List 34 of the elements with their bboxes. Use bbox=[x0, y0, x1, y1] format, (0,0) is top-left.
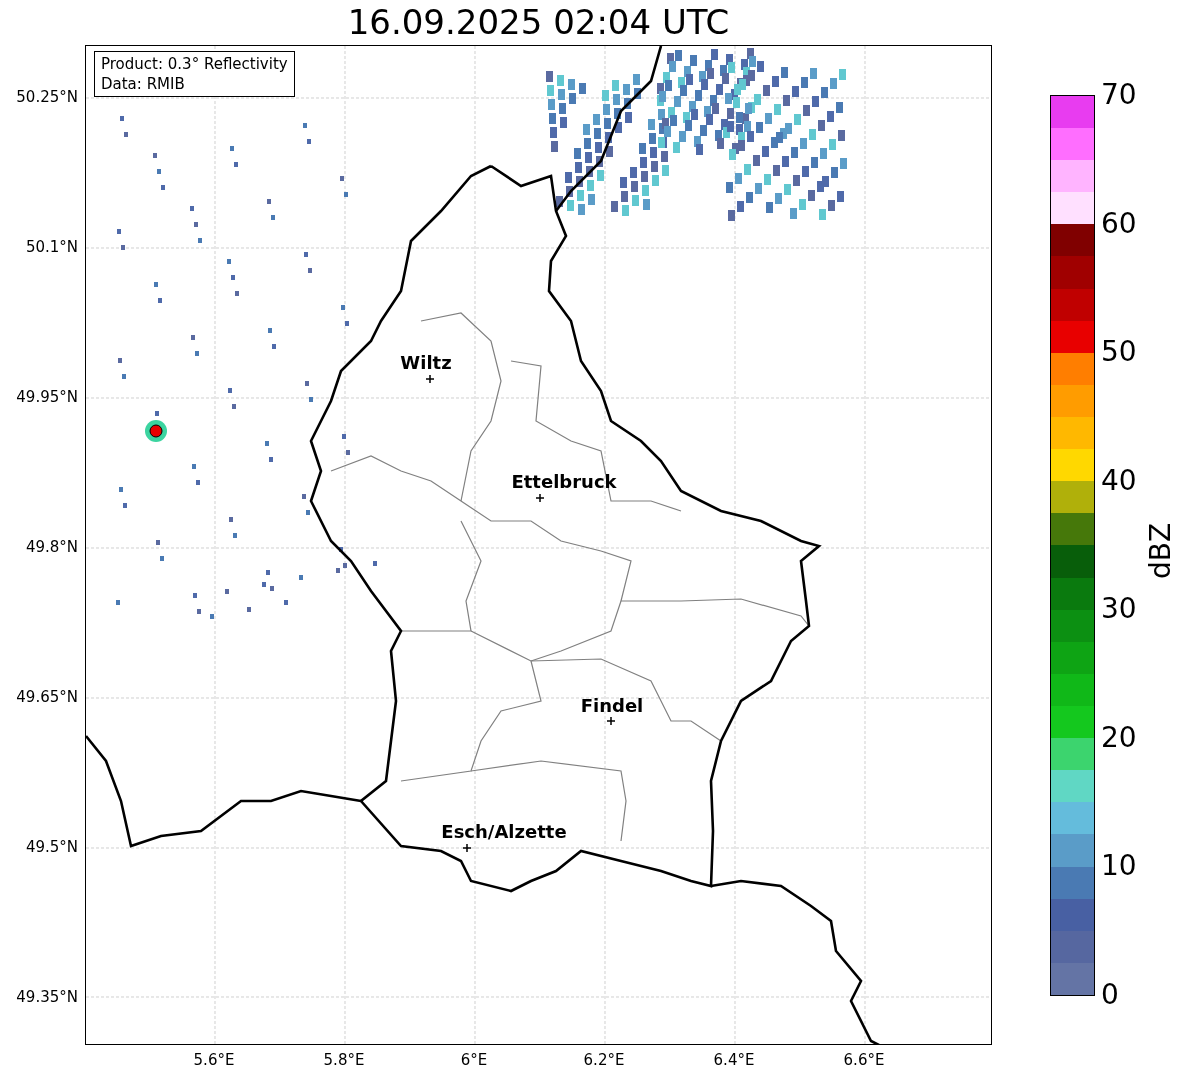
chart-title: 16.09.2025 02:04 UTC bbox=[347, 1, 730, 44]
colorbar-tick-label: 70 bbox=[1101, 79, 1137, 111]
axis-tick-label: 6°E bbox=[460, 1051, 488, 1069]
colorbar-tick-label: 10 bbox=[1101, 850, 1137, 883]
axis-tick-label: 6.2°E bbox=[583, 1051, 625, 1069]
axis-tick-label: 50.25°N bbox=[16, 88, 78, 106]
axis-tick-label: 49.8°N bbox=[25, 538, 78, 556]
colorbar-tick-label: 40 bbox=[1101, 464, 1137, 497]
radar-site-icon bbox=[144, 419, 168, 443]
city-marker-icon bbox=[536, 494, 544, 502]
colorbar-tick-label: 50 bbox=[1101, 336, 1137, 369]
axis-tick-label: 49.65°N bbox=[16, 688, 78, 706]
colorbar-tick-label: 60 bbox=[1101, 207, 1137, 240]
axis-tick-label: 50.1°N bbox=[25, 238, 78, 256]
city-marker-icon bbox=[426, 375, 434, 383]
axis-tick-label: 49.95°N bbox=[16, 388, 78, 406]
axis-tick-label: 5.8°E bbox=[323, 1051, 365, 1069]
city-marker-icon bbox=[463, 844, 471, 852]
city-label: Ettelbruck bbox=[511, 472, 617, 492]
axis-tick-label: 6.4°E bbox=[713, 1051, 755, 1069]
colorbar-label: dBZ bbox=[1145, 522, 1178, 580]
annotation-text: Data: RMIB bbox=[101, 74, 186, 94]
axis-tick-label: 6.6°E bbox=[843, 1051, 885, 1069]
city-marker-icon bbox=[607, 717, 615, 725]
city-label: Wiltz bbox=[400, 353, 452, 373]
axis-tick-label: 5.6°E bbox=[193, 1051, 235, 1069]
colorbar-tick-label: 20 bbox=[1101, 721, 1137, 754]
colorbar-tick-label: 30 bbox=[1101, 593, 1137, 626]
city-label: Findel bbox=[580, 696, 644, 716]
annotation-text: Product: 0.3° Reflectivity bbox=[101, 54, 288, 74]
axis-tick-label: 49.35°N bbox=[16, 988, 78, 1006]
colorbar-tick-label: 0 bbox=[1101, 979, 1119, 1011]
axis-tick-label: 49.5°N bbox=[25, 838, 78, 856]
city-label: Esch/Alzette bbox=[441, 822, 567, 842]
